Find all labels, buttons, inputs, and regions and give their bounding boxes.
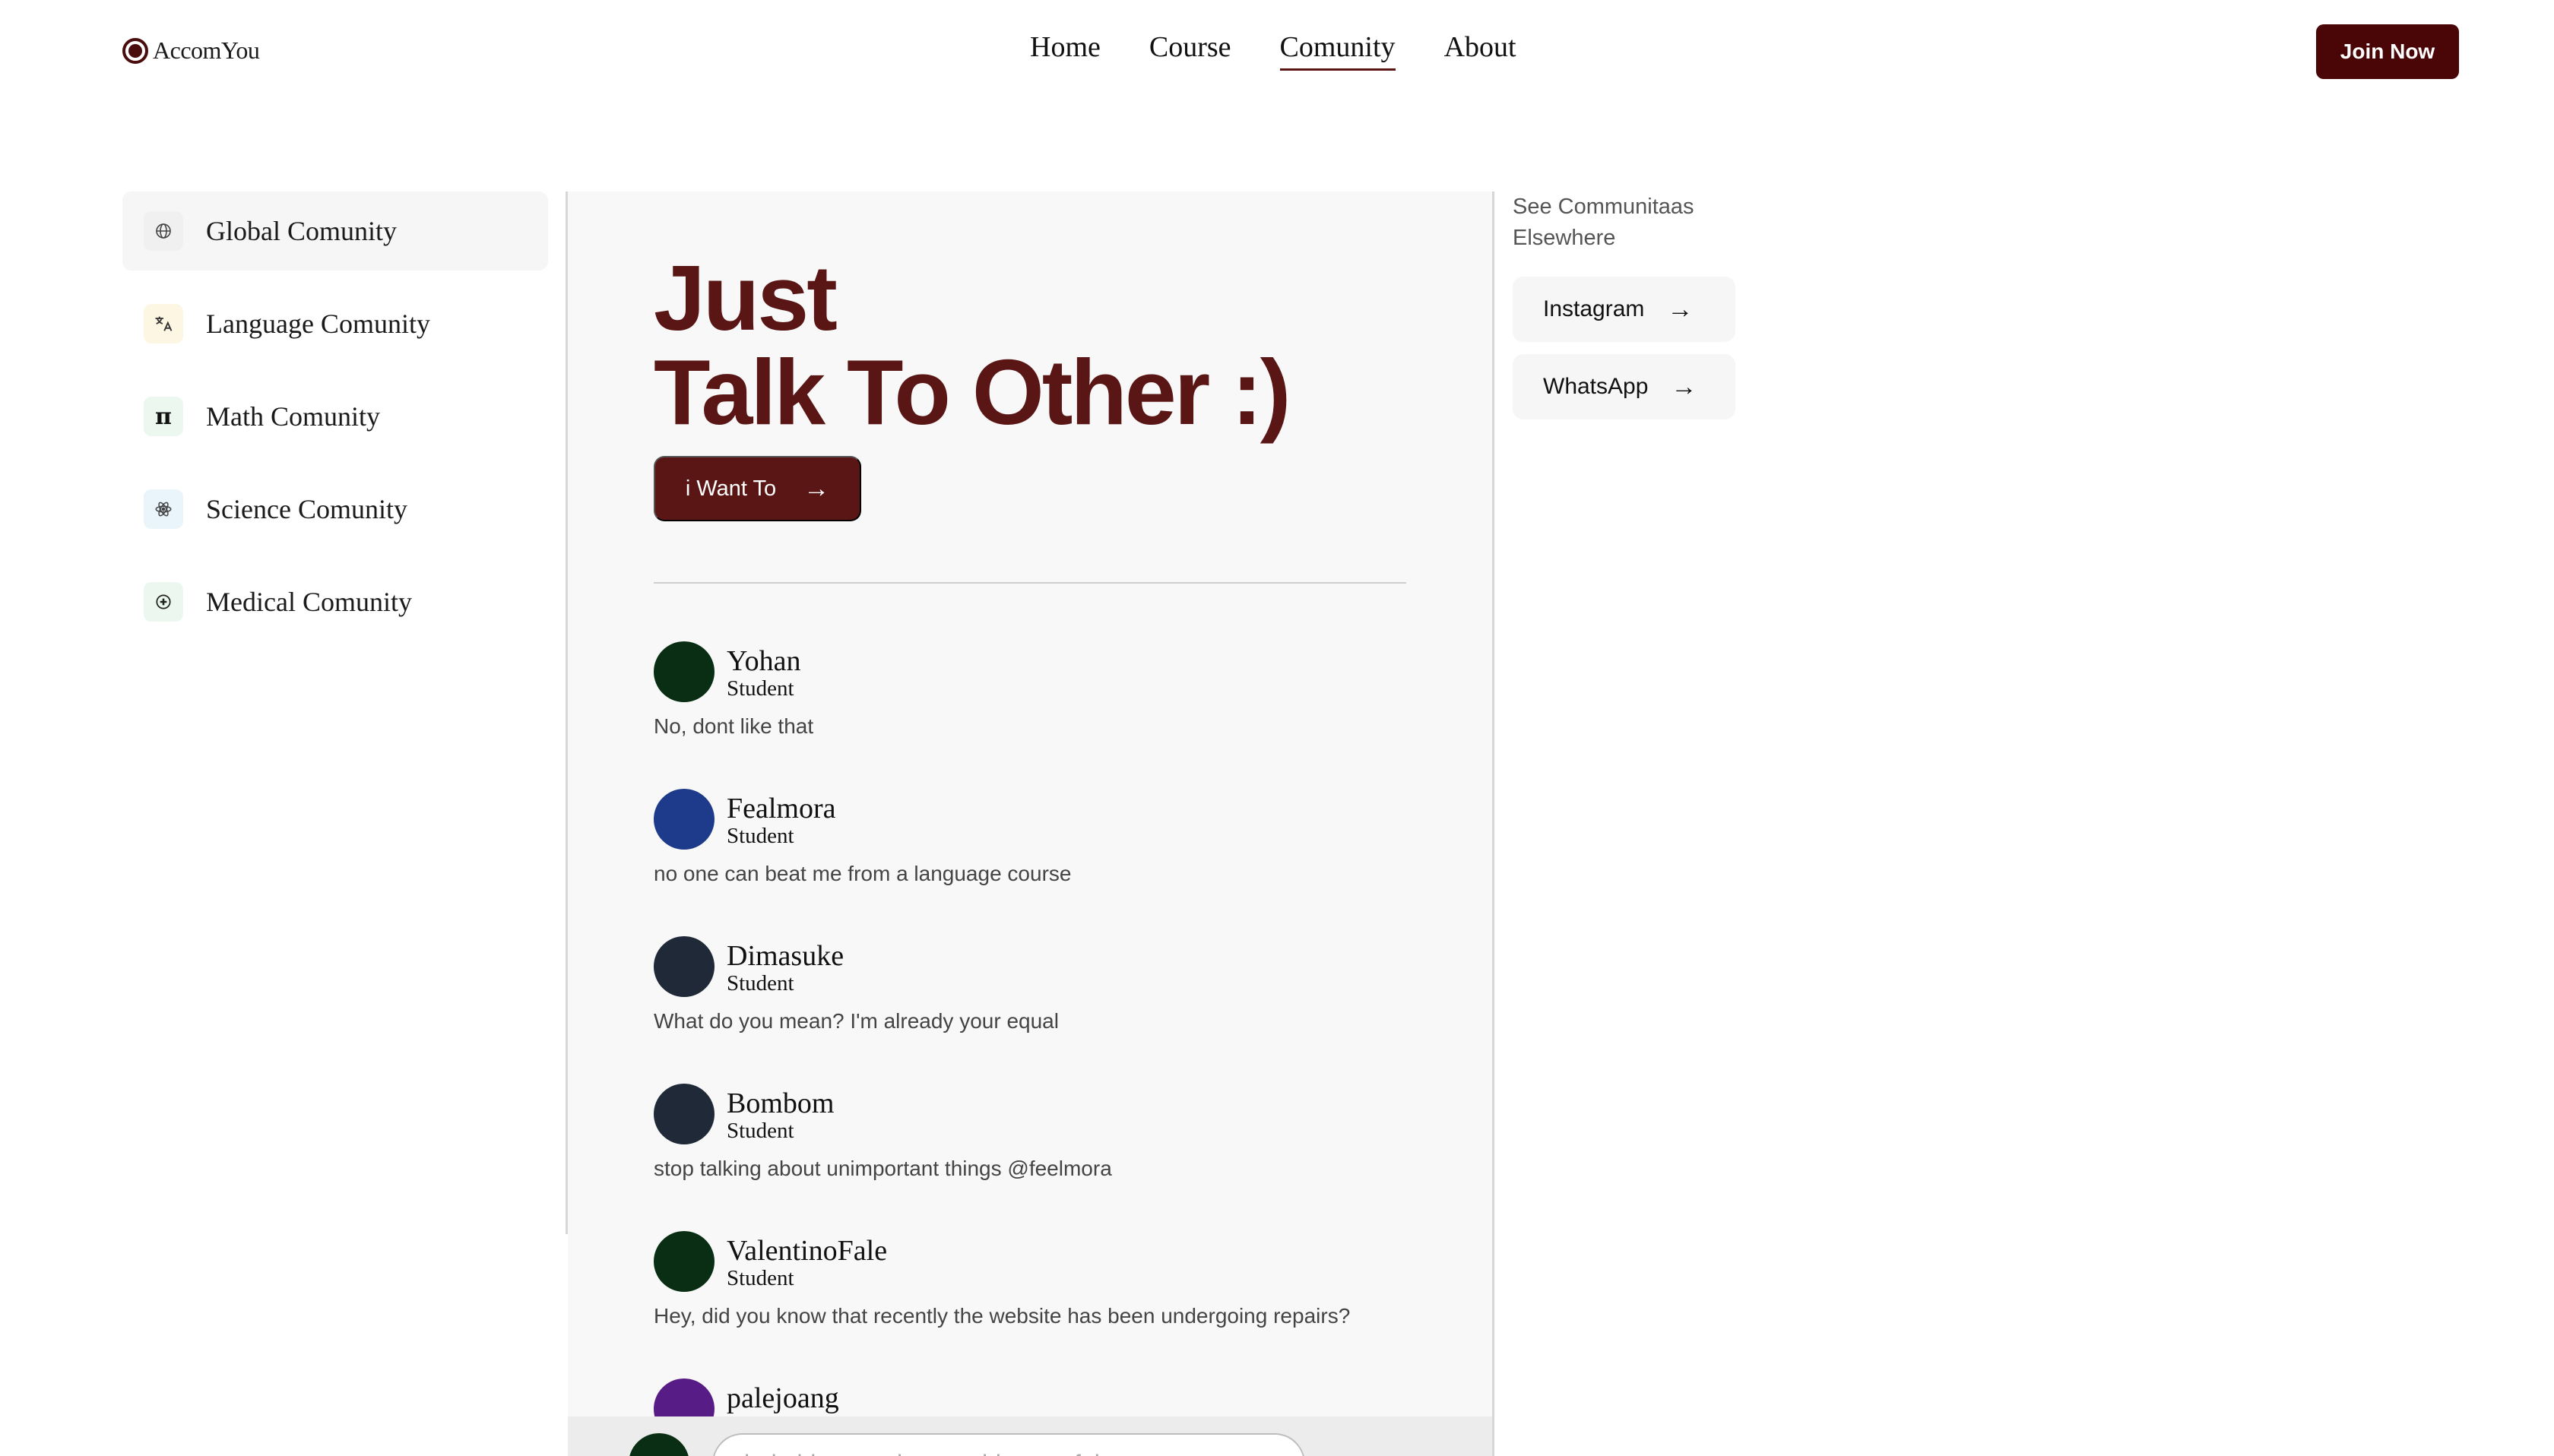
- i-want-to-label: i Want To: [685, 476, 777, 501]
- logo-icon: [122, 37, 148, 64]
- sidebar-item-label: Global Comunity: [206, 216, 397, 246]
- message-author[interactable]: Bombom: [727, 1088, 834, 1119]
- message-composer: [568, 1416, 1492, 1456]
- message-input[interactable]: [712, 1433, 1305, 1456]
- arrow-right-icon: →: [1671, 372, 1697, 401]
- i-want-to-button[interactable]: i Want To →: [654, 456, 861, 521]
- arrow-right-icon: →: [1667, 294, 1694, 324]
- sidebar-item-label: Science Comunity: [206, 494, 407, 524]
- atom-icon: [144, 489, 183, 529]
- nav-course[interactable]: Course: [1149, 30, 1231, 71]
- logo-text: AccomYou: [153, 36, 260, 64]
- sidebar-item-medical[interactable]: Medical Comunity: [122, 562, 548, 641]
- message-text: No, dont like that: [654, 714, 814, 738]
- community-sidebar: Global Comunity Language Comunity π Math…: [122, 191, 548, 655]
- globe-icon: [144, 211, 183, 251]
- hero-title: Just Talk To Other :): [654, 251, 1291, 439]
- hero-title-line-2: Talk To Other :): [654, 340, 1291, 444]
- join-now-button[interactable]: Join Now: [2316, 24, 2459, 79]
- logo[interactable]: AccomYou: [122, 36, 260, 65]
- message-role: Student: [727, 1119, 794, 1143]
- avatar[interactable]: [654, 1231, 715, 1292]
- message-author[interactable]: palejoang: [727, 1383, 839, 1413]
- avatar[interactable]: [654, 641, 715, 702]
- arrow-right-icon: →: [803, 473, 830, 503]
- sidebar-item-label: Language Comunity: [206, 309, 430, 339]
- elsewhere-label: See Communitaas Elsewhere: [1513, 195, 1694, 250]
- nav-about[interactable]: About: [1444, 30, 1516, 71]
- hero-divider: [654, 582, 1406, 584]
- sidebar-item-label: Math Comunity: [206, 401, 381, 432]
- current-user-avatar: [629, 1433, 689, 1456]
- message-role: Student: [727, 1266, 794, 1290]
- nav-comunity[interactable]: Comunity: [1279, 30, 1396, 71]
- sidebar-item-math[interactable]: π Math Comunity: [122, 377, 548, 456]
- message-text: What do you mean? I'm already your equal: [654, 1009, 1059, 1033]
- message-author[interactable]: ValentinoFale: [727, 1236, 887, 1266]
- instagram-label: Instagram: [1543, 296, 1645, 321]
- main-nav: Home Course Comunity About: [1030, 30, 1516, 71]
- nav-home[interactable]: Home: [1030, 30, 1101, 71]
- avatar[interactable]: [654, 789, 715, 850]
- whatsapp-link[interactable]: WhatsApp →: [1513, 354, 1735, 419]
- message-role: Student: [727, 971, 794, 995]
- message-author[interactable]: Fealmora: [727, 793, 836, 824]
- translate-icon: [144, 304, 183, 343]
- pi-icon: π: [144, 397, 183, 436]
- instagram-link[interactable]: Instagram →: [1513, 277, 1735, 342]
- avatar[interactable]: [654, 936, 715, 997]
- medical-icon: [144, 582, 183, 622]
- hero-title-line-1: Just: [654, 246, 838, 350]
- avatar[interactable]: [654, 1378, 715, 1416]
- avatar[interactable]: [654, 1084, 715, 1144]
- message-author[interactable]: Dimasuke: [727, 941, 844, 971]
- whatsapp-label: WhatsApp: [1543, 374, 1649, 399]
- sidebar-item-science[interactable]: Science Comunity: [122, 470, 548, 549]
- chat-message: Dimasuke Student What do you mean? I'm a…: [654, 936, 1444, 1033]
- chat-message: Bombom Student stop talking about unimpo…: [654, 1084, 1444, 1181]
- right-divider: [1492, 191, 1494, 1456]
- sidebar-item-language[interactable]: Language Comunity: [122, 284, 548, 363]
- chat-message: Yohan Student No, dont like that: [654, 641, 1444, 739]
- sidebar-item-label: Medical Comunity: [206, 587, 412, 617]
- chat-message: palejoang: [654, 1378, 1444, 1416]
- message-author[interactable]: Yohan: [727, 646, 801, 676]
- message-text: Hey, did you know that recently the webs…: [654, 1304, 1351, 1328]
- message-role: Student: [727, 824, 794, 848]
- message-text: stop talking about unimportant things @f…: [654, 1157, 1112, 1180]
- chat-message: Fealmora Student no one can beat me from…: [654, 789, 1444, 886]
- chat-message: ValentinoFale Student Hey, did you know …: [654, 1231, 1444, 1328]
- message-text: no one can beat me from a language cours…: [654, 862, 1072, 885]
- message-role: Student: [727, 676, 794, 701]
- sidebar-item-global[interactable]: Global Comunity: [122, 191, 548, 271]
